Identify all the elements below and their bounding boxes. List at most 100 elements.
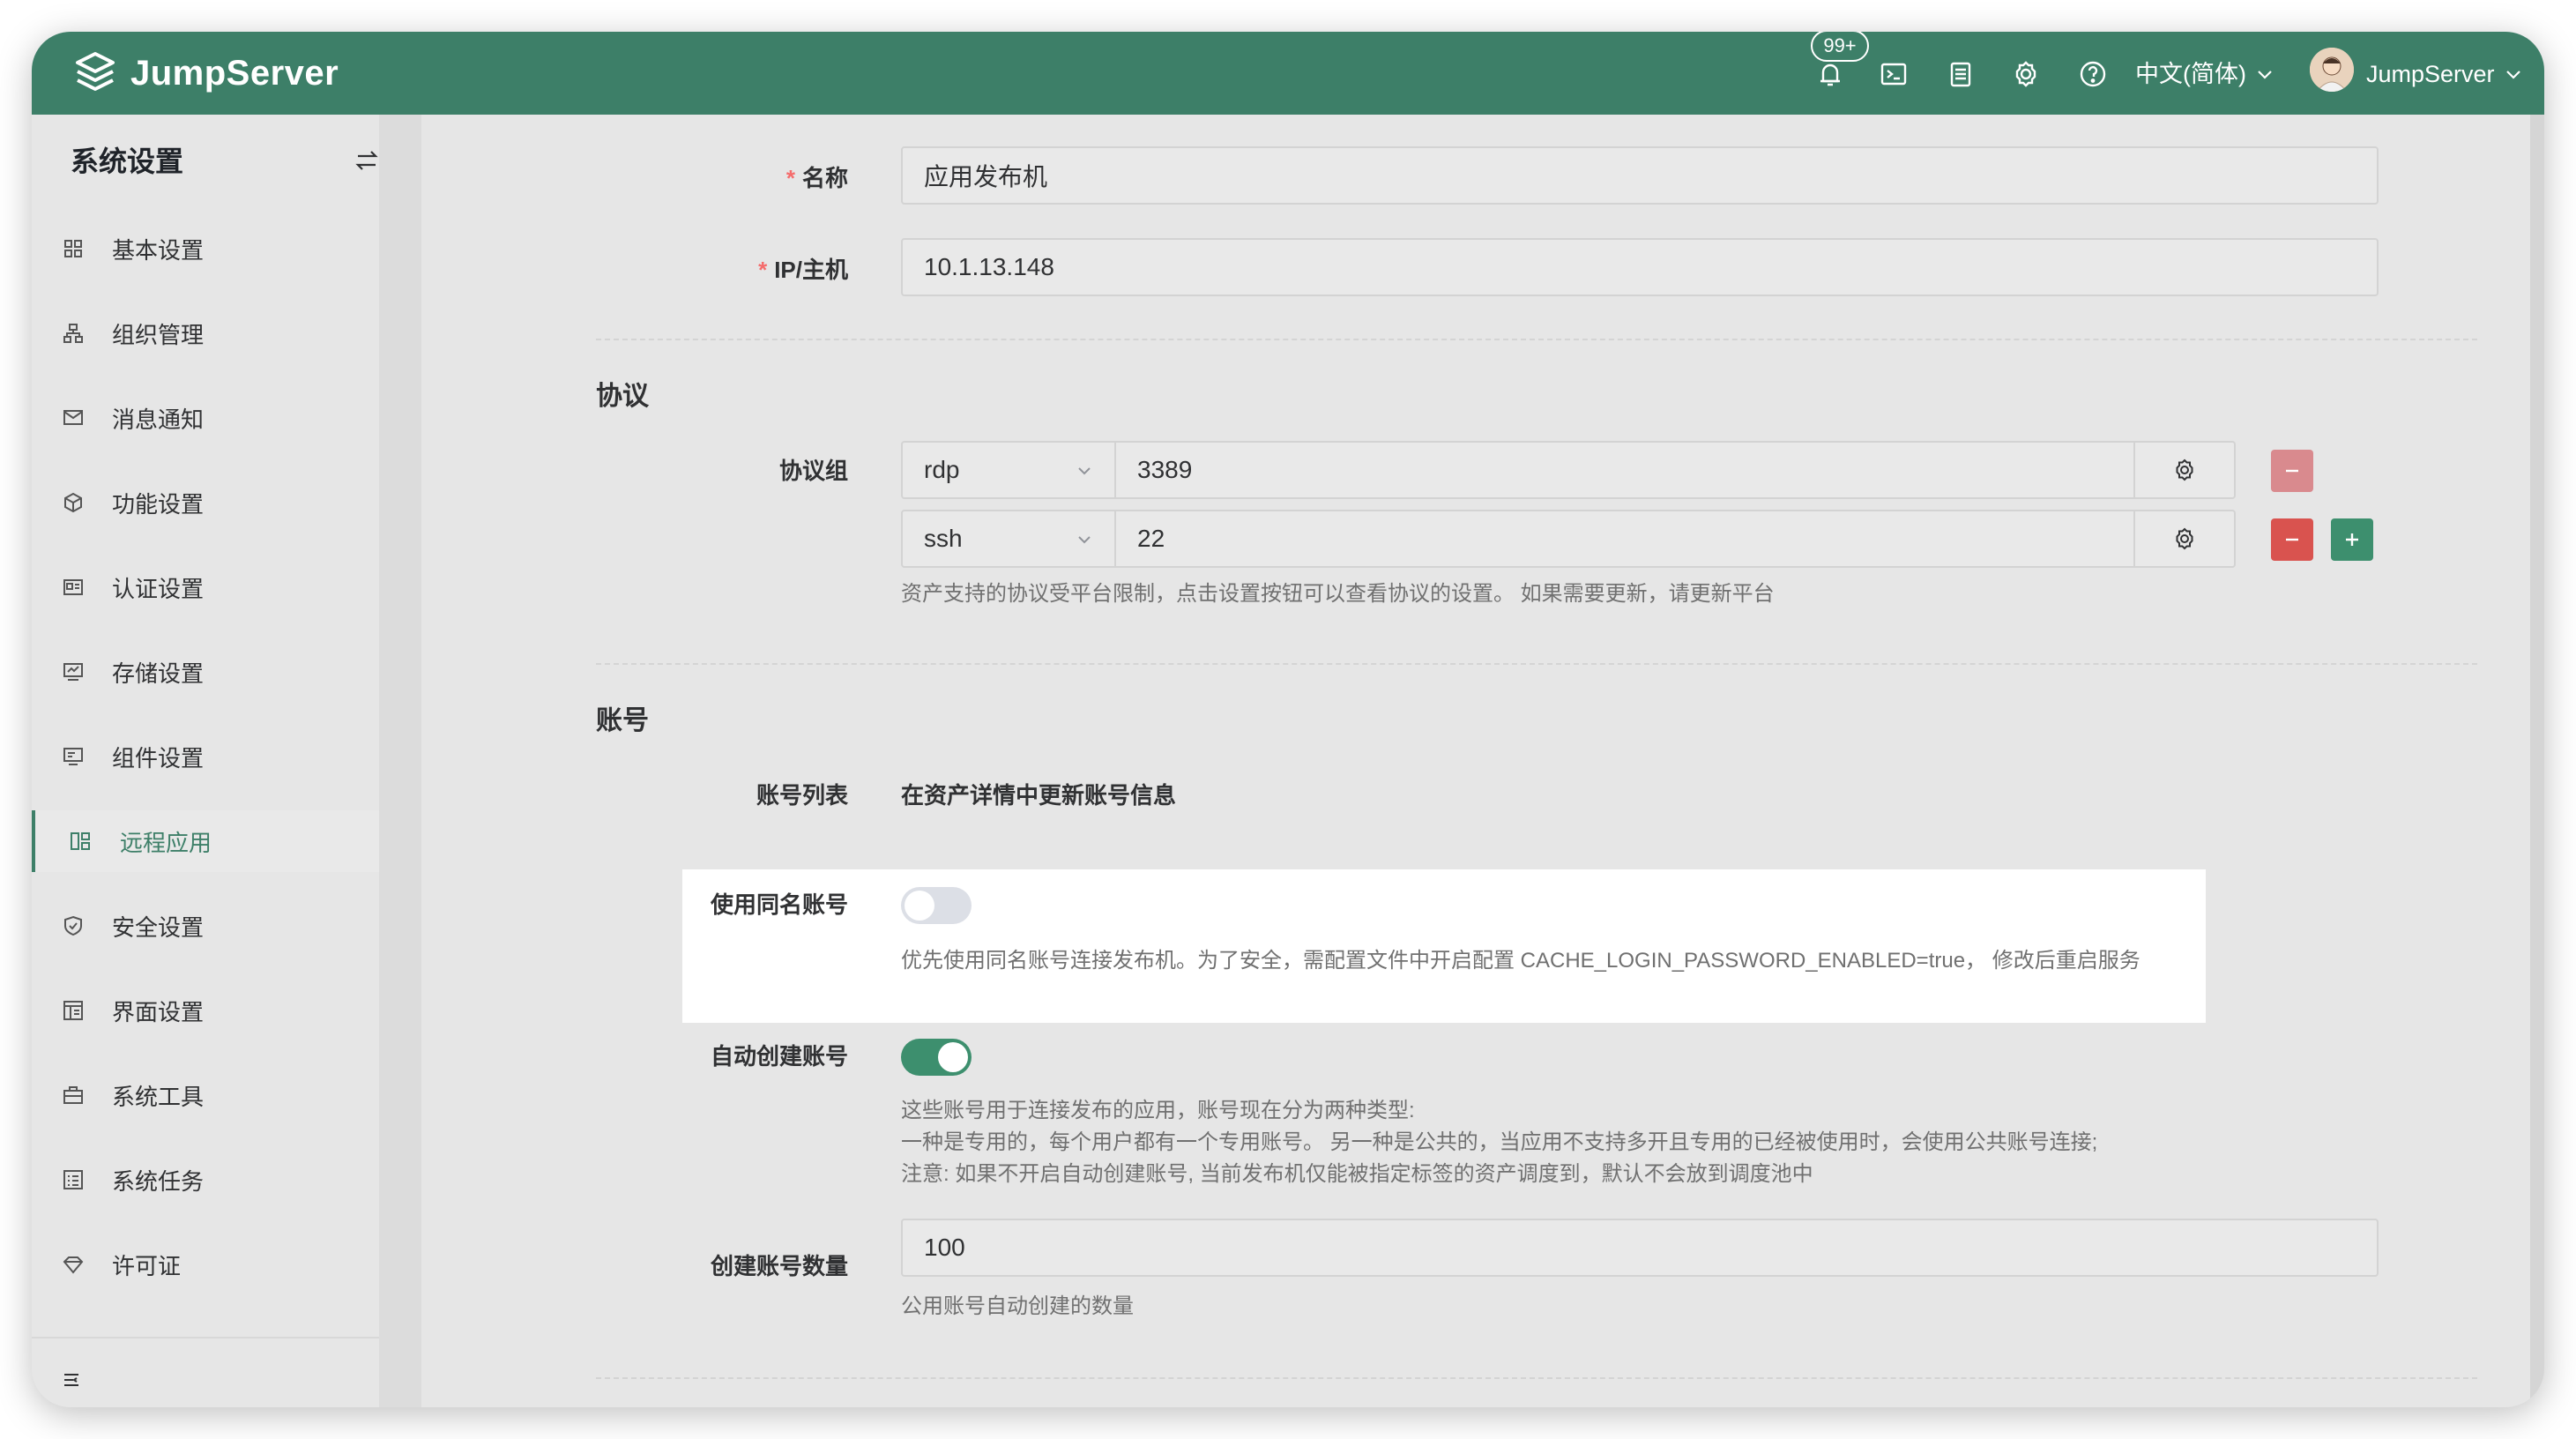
sidebar-item-label: 安全设置 <box>112 913 205 941</box>
sidebar-item-label: 组件设置 <box>112 744 205 772</box>
auto-create-account-switch[interactable] <box>901 1039 972 1076</box>
sidebar-item-label: 许可证 <box>112 1252 182 1279</box>
gear-icon <box>2176 527 2193 550</box>
switch-view-icon[interactable] <box>353 146 381 175</box>
sidebar-footer <box>32 1337 379 1407</box>
sidebar-gutter <box>379 115 421 1407</box>
storage-icon <box>63 663 83 681</box>
sidebar-item-auth[interactable]: 认证设置 <box>32 556 379 618</box>
port-input[interactable]: 3389 <box>1116 441 2135 499</box>
protocol-select[interactable]: rdp <box>901 441 1116 499</box>
protocol-group-label: 协议组 <box>778 458 848 484</box>
protocol-help-text: 资产支持的协议受平台限制，点击设置按钮可以查看协议的设置。 如果需要更新，请更新… <box>901 582 1775 606</box>
apps-icon <box>71 832 90 850</box>
protocol-select[interactable]: ssh <box>901 510 1116 568</box>
id-card-icon <box>63 579 83 595</box>
shield-icon <box>64 915 82 936</box>
same-name-account-help: 优先使用同名账号连接发布机。为了安全，需配置文件中开启配置 CACHE_LOGI… <box>901 949 2140 973</box>
user-avatar-icon <box>2310 48 2354 92</box>
notes-icon <box>1950 62 1971 87</box>
sidebar-item-label: 认证设置 <box>112 575 205 602</box>
web-terminal-button[interactable] <box>1874 55 1913 93</box>
sidebar-item-notifications[interactable]: 消息通知 <box>32 387 379 449</box>
terminal-icon <box>1880 63 1907 86</box>
sidebar-title: 系统设置 <box>71 145 184 177</box>
bell-icon <box>1820 63 1840 86</box>
user-menu[interactable]: JumpServer <box>2366 55 2523 93</box>
sidebar-item-tasks[interactable]: 系统任务 <box>32 1149 379 1211</box>
account-list-value: 在资产详情中更新账号信息 <box>901 782 1177 809</box>
jumpserver-logo-icon <box>76 52 115 91</box>
auto-create-help-line-2: 一种是专用的，每个用户都有一个专用账号。 另一种是公共的，当应用不支持多开且专用… <box>901 1130 2098 1154</box>
chevron-down-icon <box>2258 71 2272 79</box>
divider <box>596 339 2477 340</box>
auto-create-help-line-3: 注意: 如果不开启自动创建账号, 当前发布机仅能被指定标签的资产调度到，默认不会… <box>901 1162 1813 1186</box>
sidebar-item-tools[interactable]: 系统工具 <box>32 1064 379 1126</box>
sidebar-item-features[interactable]: 功能设置 <box>32 472 379 533</box>
account-list-label: 账号列表 <box>756 782 848 809</box>
org-icon <box>63 324 83 343</box>
monitor-icon <box>63 748 83 765</box>
sidebar-item-label: 系统工具 <box>112 1083 205 1110</box>
sidebar-item-remote-apps[interactable]: 远程应用 <box>32 810 379 872</box>
account-count-input[interactable]: 100 <box>901 1219 2379 1277</box>
active-indicator <box>32 810 35 872</box>
grid-icon <box>64 240 82 257</box>
chevron-down-icon <box>2505 71 2520 79</box>
cube-icon <box>64 492 82 513</box>
remove-protocol-button[interactable] <box>2271 450 2313 492</box>
account-count-label: 创建账号数量 <box>710 1253 848 1279</box>
same-name-account-switch[interactable] <box>901 887 972 924</box>
sidebar-item-basic-settings[interactable]: 基本设置 <box>32 218 379 280</box>
name-label: * 名称 <box>785 165 848 191</box>
layout-icon <box>63 1001 83 1020</box>
sidebar-item-license[interactable]: 许可证 <box>32 1234 379 1295</box>
help-icon <box>2080 61 2106 87</box>
sidebar-item-storage[interactable]: 存储设置 <box>32 641 379 703</box>
settings-button[interactable] <box>2006 55 2045 93</box>
diamond-icon <box>63 1256 84 1274</box>
switch-knob <box>938 1042 968 1072</box>
message-icon <box>63 410 83 425</box>
port-input[interactable]: 22 <box>1116 510 2135 568</box>
avatar[interactable] <box>2310 48 2354 92</box>
name-input[interactable]: 应用发布机 <box>901 146 2379 205</box>
remove-protocol-button[interactable] <box>2271 518 2313 561</box>
auto-create-account-label: 自动创建账号 <box>710 1043 848 1070</box>
gear-icon <box>2015 61 2036 87</box>
sidebar-item-label: 基本设置 <box>112 236 205 264</box>
switch-knob <box>905 891 934 921</box>
sidebar-item-interface[interactable]: 界面设置 <box>32 980 379 1041</box>
same-name-account-label: 使用同名账号 <box>710 891 848 918</box>
sidebar: 系统设置 基本设置 组织管理 消息通知 功能设置 认证设置 存储设置 组件设置 … <box>32 115 379 1407</box>
protocol-section-title: 协议 <box>596 382 649 411</box>
scrollbar-track[interactable] <box>2530 115 2544 1407</box>
account-count-help: 公用账号自动创建的数量 <box>901 1294 1134 1318</box>
add-protocol-button[interactable] <box>2331 518 2373 561</box>
divider <box>596 663 2477 665</box>
sidebar-item-label: 存储设置 <box>112 660 205 687</box>
gear-icon <box>2176 459 2193 481</box>
protocol-settings-button[interactable] <box>2135 510 2236 568</box>
minus-icon <box>2286 538 2298 541</box>
sidebar-item-components[interactable]: 组件设置 <box>32 726 379 787</box>
sidebar-item-label: 组织管理 <box>112 321 205 348</box>
brand-logo[interactable]: JumpServer <box>71 44 339 102</box>
chevron-down-icon <box>1078 467 1091 475</box>
notification-badge: 99+ <box>1811 32 1869 62</box>
ip-label: * IP/主机 <box>758 257 848 283</box>
tickets-button[interactable] <box>1941 55 1980 93</box>
sidebar-item-org-management[interactable]: 组织管理 <box>32 302 379 364</box>
help-button[interactable] <box>2073 55 2112 93</box>
protocol-settings-button[interactable] <box>2135 441 2236 499</box>
task-icon <box>63 1170 83 1189</box>
toolbox-icon <box>63 1086 83 1104</box>
language-selector[interactable]: 中文(简体) <box>2135 55 2274 93</box>
sidebar-item-label: 功能设置 <box>112 490 205 518</box>
account-section-title: 账号 <box>596 706 649 735</box>
sidebar-item-label: 界面设置 <box>112 998 205 1025</box>
ip-input[interactable]: 10.1.13.148 <box>901 238 2379 296</box>
sidebar-item-security[interactable]: 安全设置 <box>32 895 379 957</box>
collapse-sidebar-icon[interactable] <box>62 1370 81 1390</box>
brand-name: JumpServer <box>130 53 339 93</box>
